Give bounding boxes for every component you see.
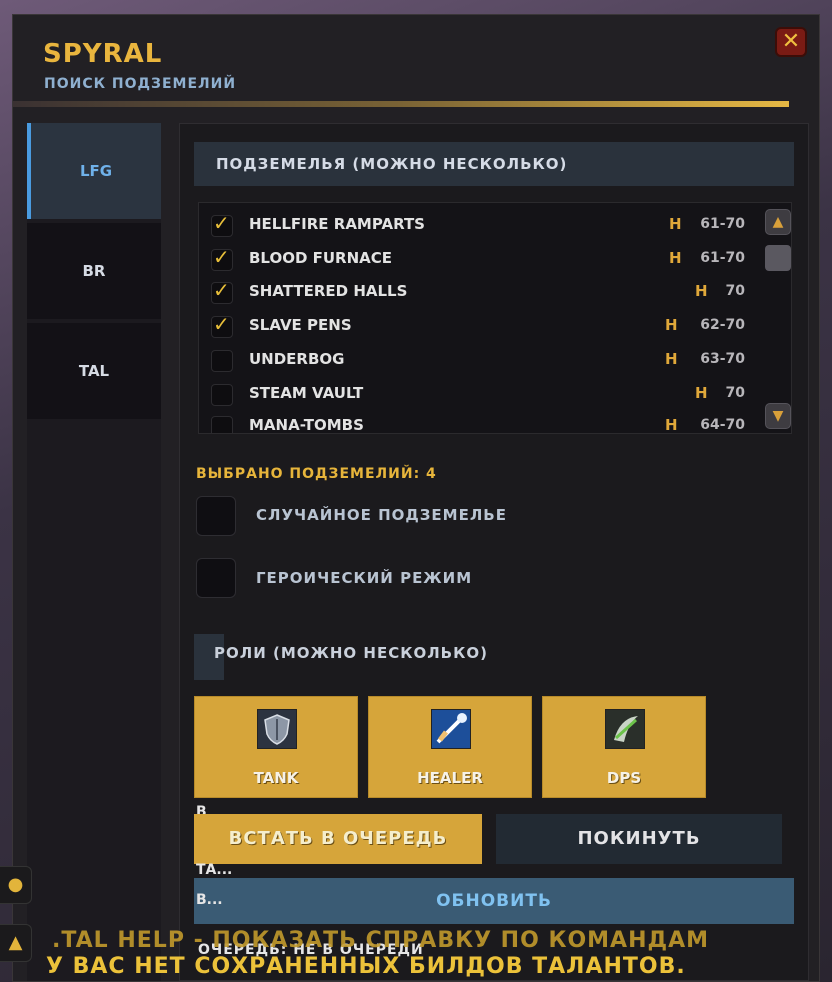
selected-count: ВЫБРАНО ПОДЗЕМЕЛИЙ: 4	[196, 466, 437, 482]
dungeon-name: UNDERBOG	[249, 350, 345, 368]
role-label: HEALER	[417, 769, 483, 787]
list-item[interactable]: UNDERBOG H 63-70	[199, 344, 759, 378]
random-dungeon-checkbox[interactable]	[196, 496, 236, 536]
checkmark-icon: ✓	[213, 312, 230, 336]
lfg-panel: ПОДЗЕМЕЛЬЯ (МОЖНО НЕСКОЛЬКО) ✓ HELLFIRE …	[179, 123, 809, 981]
window-title: SPYRAL	[43, 39, 163, 69]
level-range: 64-70	[700, 417, 745, 433]
role-label: DPS	[606, 769, 642, 787]
dungeon-checkbox[interactable]	[211, 350, 233, 372]
tab-lfg[interactable]: LFG	[27, 123, 161, 219]
chat-line: .TAL HELP - ПОКАЗАТЬ СПРАВКУ ПО КОМАНДАМ	[52, 928, 709, 953]
dungeon-checkbox[interactable]: ✓	[211, 278, 233, 304]
dungeon-list: ✓ HELLFIRE RAMPARTS H 61-70 ✓ BLOOD FURN…	[198, 202, 792, 434]
level-range: 63-70	[700, 351, 745, 367]
obscured-text: ТА...	[196, 862, 233, 878]
list-item[interactable]: ✓ HELLFIRE RAMPARTS H 61-70	[199, 209, 759, 243]
scroll-up-icon[interactable]: ▲	[765, 209, 791, 235]
checkmark-icon: ✓	[213, 211, 230, 235]
dungeon-name: STEAM VAULT	[249, 384, 364, 402]
dungeon-name: HELLFIRE RAMPARTS	[249, 215, 425, 233]
chat-line: У ВАС НЕТ СОХРАНЕННЫХ БИЛДОВ ТАЛАНТОВ.	[46, 954, 686, 979]
role-tank-button[interactable]: TANK	[194, 696, 358, 798]
checkmark-icon: ✓	[213, 278, 230, 302]
join-queue-button[interactable]: ВСТАТЬ В ОЧЕРЕДЬ	[194, 814, 482, 864]
dungeon-name: MANA-TOMBS	[249, 416, 364, 434]
scroll-down-icon[interactable]: ▼	[765, 403, 791, 429]
dungeon-checkbox[interactable]	[211, 384, 233, 406]
checkmark-icon: ✓	[213, 245, 230, 269]
list-item[interactable]: ✓ SLAVE PENS H 62-70	[199, 310, 759, 344]
role-label: TANK	[253, 769, 299, 787]
dungeon-checkbox[interactable]: ✓	[211, 211, 233, 237]
dungeon-checkbox[interactable]: ✓	[211, 245, 233, 271]
heroic-mode-label: ГЕРОИЧЕСКИЙ РЕЖИМ	[256, 569, 473, 587]
level-range: 70	[725, 283, 745, 299]
level-range: 61-70	[700, 250, 745, 266]
random-dungeon-label: СЛУЧАЙНОЕ ПОДЗЕМЕЛЬЕ	[256, 506, 507, 524]
level-range: 70	[725, 385, 745, 401]
list-item[interactable]: ✓ BLOOD FURNACE H 61-70	[199, 243, 759, 277]
heroic-mode-checkbox[interactable]	[196, 558, 236, 598]
list-item[interactable]: STEAM VAULT H 70	[199, 378, 759, 412]
shield-icon	[257, 709, 297, 749]
tab-br[interactable]: BR	[27, 223, 161, 319]
roles-header: РОЛИ (МОЖНО НЕСКОЛЬКО)	[214, 644, 488, 662]
list-item[interactable]: MANA-TOMBS H 64-70	[199, 410, 759, 434]
close-button[interactable]: ✕	[775, 27, 807, 57]
role-dps-button[interactable]: DPS	[542, 696, 706, 798]
dungeon-name: SHATTERED HALLS	[249, 282, 408, 300]
list-item[interactable]: ✓ SHATTERED HALLS H 70	[199, 276, 759, 310]
dungeon-name: BLOOD FURNACE	[249, 249, 393, 267]
sword-icon	[605, 709, 645, 749]
obscured-text: В...	[196, 892, 223, 908]
level-range: 61-70	[700, 216, 745, 232]
scroll-up-icon[interactable]: ▲	[0, 924, 32, 962]
dungeon-name: SLAVE PENS	[249, 316, 352, 334]
chat-bubble-icon[interactable]: ●	[0, 866, 32, 904]
holy-light-icon	[431, 709, 471, 749]
dungeons-header: ПОДЗЕМЕЛЬЯ (МОЖНО НЕСКОЛЬКО)	[194, 142, 794, 186]
scrollbar-thumb[interactable]	[765, 245, 791, 271]
title-divider	[13, 101, 789, 107]
sidebar: LFG BR TAL	[27, 123, 161, 981]
lfg-window: SPYRAL ПОИСК ПОДЗЕМЕЛИЙ ✕ LFG BR TAL ПОД…	[12, 14, 820, 982]
dungeon-checkbox[interactable]	[211, 416, 233, 433]
role-healer-button[interactable]: HEALER	[368, 696, 532, 798]
dungeon-checkbox[interactable]: ✓	[211, 312, 233, 338]
level-range: 62-70	[700, 317, 745, 333]
leave-queue-button[interactable]: ПОКИНУТЬ	[496, 814, 782, 864]
window-subtitle: ПОИСК ПОДЗЕМЕЛИЙ	[44, 76, 237, 92]
tab-tal[interactable]: TAL	[27, 323, 161, 419]
refresh-button[interactable]: ОБНОВИТЬ	[194, 878, 794, 924]
